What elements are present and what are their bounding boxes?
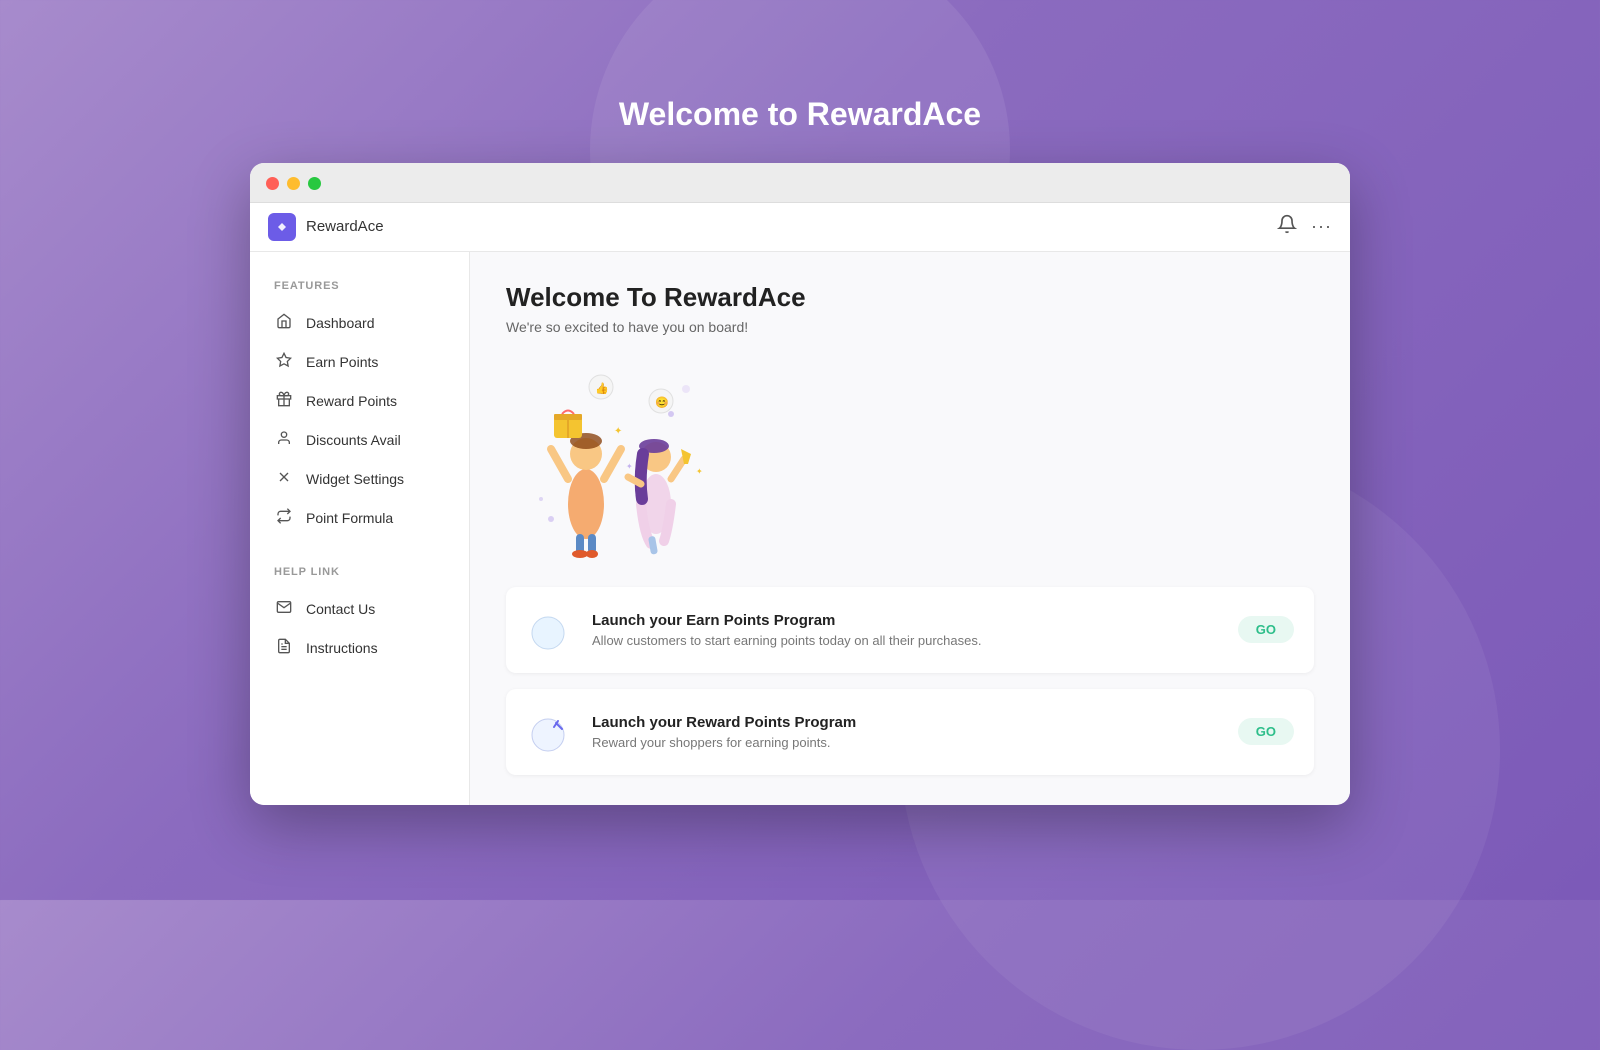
content-area: Welcome To RewardAce We're so excited to… [470,252,1350,805]
sidebar-item-discounts-avail-label: Discounts Avail [306,432,401,448]
svg-text:✦: ✦ [626,462,633,471]
features-nav: Dashboard Earn Points [266,304,453,538]
help-nav: Contact Us Instructions [266,590,453,668]
star-icon [274,352,294,373]
app-icon [268,213,296,241]
help-label: HELP LINK [266,566,453,578]
sidebar-item-point-formula[interactable]: Point Formula [266,499,453,538]
svg-text:✦: ✦ [696,467,703,476]
sidebar: FEATURES Dashboard [250,252,470,805]
sidebar-item-earn-points[interactable]: Earn Points [266,343,453,382]
nav-left: RewardAce [268,213,384,241]
title-bar [250,163,1350,203]
sidebar-item-widget-settings-label: Widget Settings [306,471,404,487]
bell-icon[interactable] [1277,214,1297,239]
sidebar-item-reward-points-label: Reward Points [306,393,397,409]
earn-points-card-text: Launch your Earn Points Program Allow cu… [592,612,1222,648]
page-title: Welcome to RewardAce [619,96,981,133]
app-name: RewardAce [306,218,384,235]
illustration-area: 👍 😊 ♥ [506,359,1314,559]
sidebar-item-dashboard-label: Dashboard [306,315,375,331]
gift-icon [274,391,294,412]
sidebar-item-point-formula-label: Point Formula [306,510,393,526]
reward-points-card-text: Launch your Reward Points Program Reward… [592,714,1222,750]
earn-points-go-button[interactable]: GO [1238,616,1294,643]
sidebar-item-discounts-avail[interactable]: Discounts Avail [266,421,453,460]
close-dot[interactable] [266,177,279,190]
browser-window: RewardAce ··· FEATURES [250,163,1350,805]
reward-points-card-icon: ✨ [526,707,576,757]
main-content: FEATURES Dashboard [250,252,1350,805]
reward-points-card: ✨ Launch your Reward Points Program Rewa… [506,689,1314,775]
svg-text:👍: 👍 [595,382,609,395]
doc-icon [274,638,294,659]
earn-points-card-desc: Allow customers to start earning points … [592,633,1222,648]
welcome-illustration: 👍 😊 ♥ [506,359,726,559]
svg-text:😊: 😊 [655,396,669,409]
earn-points-card-title: Launch your Earn Points Program [592,612,1222,629]
person-icon [274,430,294,451]
sidebar-item-dashboard[interactable]: Dashboard [266,304,453,343]
more-icon[interactable]: ··· [1311,216,1332,237]
earn-points-card: 🚀 Launch your Earn Points Program Allow … [506,587,1314,673]
minimize-dot[interactable] [287,177,300,190]
svg-text:✦: ✦ [614,426,622,437]
reward-points-card-title: Launch your Reward Points Program [592,714,1222,731]
reward-points-card-desc: Reward your shoppers for earning points. [592,735,1222,750]
nav-bar: RewardAce ··· [250,203,1350,252]
sidebar-item-instructions[interactable]: Instructions [266,629,453,668]
sidebar-item-instructions-label: Instructions [306,640,378,656]
sidebar-item-contact-us[interactable]: Contact Us [266,590,453,629]
welcome-heading: Welcome To RewardAce [506,282,1314,313]
nav-right: ··· [1277,214,1332,239]
welcome-subtitle: We're so excited to have you on board! [506,319,1314,335]
earn-points-card-icon: 🚀 [526,605,576,655]
sidebar-item-reward-points[interactable]: Reward Points [266,382,453,421]
sidebar-item-earn-points-label: Earn Points [306,354,378,370]
features-label: FEATURES [266,280,453,292]
reward-points-go-button[interactable]: GO [1238,718,1294,745]
sidebar-item-widget-settings[interactable]: Widget Settings [266,460,453,499]
formula-icon [274,508,294,529]
widget-icon [274,469,294,490]
home-icon [274,313,294,334]
email-icon [274,599,294,620]
maximize-dot[interactable] [308,177,321,190]
action-cards: 🚀 Launch your Earn Points Program Allow … [506,587,1314,775]
sidebar-item-contact-us-label: Contact Us [306,601,375,617]
